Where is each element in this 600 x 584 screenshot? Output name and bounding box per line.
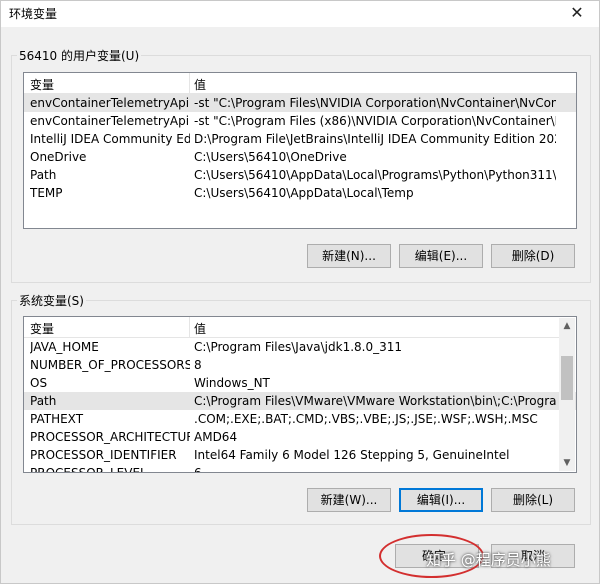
title-bar: 环境变量 ✕	[1, 1, 599, 27]
variable-name: envContainerTelemetryApi...	[30, 96, 190, 110]
table-row[interactable]: PROCESSOR_ARCHITECTURE AMD64	[24, 428, 576, 446]
system-list-header: 变量 值	[24, 317, 560, 338]
variable-value: -st "C:\Program Files\NVIDIA Corporation…	[194, 96, 556, 110]
variable-value: .COM;.EXE;.BAT;.CMD;.VBS;.VBE;.JS;.JSE;.…	[194, 412, 538, 426]
user-edit-button[interactable]: 编辑(E)...	[399, 244, 483, 268]
table-row[interactable]: envContainerTelemetryApi... -st "C:\Progr…	[24, 112, 576, 130]
variable-name: NUMBER_OF_PROCESSORS	[30, 358, 190, 372]
variable-value: -st "C:\Program Files (x86)\NVIDIA Corpo…	[194, 114, 556, 128]
variable-value: C:\Program Files\Java\jdk1.8.0_311	[194, 340, 403, 354]
user-list-header: 变量 值	[24, 73, 576, 94]
table-row[interactable]: PROCESSOR_LEVEL 6	[24, 464, 576, 473]
table-row[interactable]: envContainerTelemetryApi... -st "C:\Progr…	[24, 94, 576, 112]
variable-value: AMD64	[194, 430, 238, 444]
variable-name: PROCESSOR_IDENTIFIER	[30, 448, 177, 462]
table-row[interactable]: OS Windows_NT	[24, 374, 576, 392]
user-variables-label: 56410 的用户变量(U)	[17, 47, 142, 64]
variable-name: OneDrive	[30, 150, 87, 164]
table-row[interactable]: PATHEXT .COM;.EXE;.BAT;.CMD;.VBS;.VBE;.JS…	[24, 410, 576, 428]
table-row[interactable]: OneDrive C:\Users\56410\OneDrive	[24, 148, 576, 166]
table-row[interactable]: Path C:\Users\56410\AppData\Local\Program…	[24, 166, 576, 184]
system-delete-button[interactable]: 删除(L)	[491, 488, 575, 512]
variable-value: C:\Users\56410\OneDrive	[194, 150, 347, 164]
variable-value: C:\Program Files\VMware\VMware Workstati…	[194, 394, 556, 408]
variable-value: D:\Program File\JetBrains\IntelliJ IDEA …	[194, 132, 556, 146]
system-edit-button[interactable]: 编辑(I)...	[399, 488, 483, 512]
variable-value: 6	[194, 466, 202, 473]
variable-name: IntelliJ IDEA Community Ed...	[30, 132, 190, 146]
variable-value: Intel64 Family 6 Model 126 Stepping 5, G…	[194, 448, 510, 462]
system-list-scrollbar[interactable]: ▲ ▼	[559, 318, 575, 471]
variable-name: JAVA_HOME	[30, 340, 99, 354]
watermark: 知乎 @程序员小熊	[426, 551, 551, 569]
variable-value: 8	[194, 358, 202, 372]
close-icon[interactable]: ✕	[555, 1, 599, 27]
column-header-variable[interactable]: 变量	[30, 320, 54, 337]
user-variables-list[interactable]: 变量 值 envContainerTelemetryApi... -st "C:\…	[23, 72, 577, 229]
system-variables-list[interactable]: 变量 值 JAVA_HOME C:\Program Files\Java\jdk1…	[23, 316, 577, 473]
variable-name: Path	[30, 394, 57, 408]
column-header-value[interactable]: 值	[194, 76, 206, 93]
column-header-value[interactable]: 值	[194, 320, 206, 337]
system-variables-label: 系统变量(S)	[17, 292, 86, 309]
variable-name: OS	[30, 376, 48, 390]
table-row[interactable]: IntelliJ IDEA Community Ed... D:\Program …	[24, 130, 576, 148]
variable-value: C:\Users\56410\AppData\Local\Programs\Py…	[194, 168, 556, 182]
variable-value: Windows_NT	[194, 376, 270, 390]
variable-name: PROCESSOR_ARCHITECTURE	[30, 430, 190, 444]
system-new-button[interactable]: 新建(W)...	[307, 488, 391, 512]
table-row[interactable]: NUMBER_OF_PROCESSORS 8	[24, 356, 576, 374]
window-title: 环境变量	[9, 7, 58, 21]
table-row[interactable]: PROCESSOR_IDENTIFIER Intel64 Family 6 Mod…	[24, 446, 576, 464]
scroll-up-icon[interactable]: ▲	[559, 318, 575, 334]
user-delete-button[interactable]: 删除(D)	[491, 244, 575, 268]
table-row[interactable]: Path C:\Program Files\VMware\VMware Works…	[24, 392, 576, 410]
variable-name: Path	[30, 168, 57, 182]
variable-name: TEMP	[30, 186, 63, 200]
environment-variables-dialog: 环境变量 ✕ 56410 的用户变量(U) 变量 值 envContainerT…	[0, 0, 600, 584]
scroll-down-icon[interactable]: ▼	[559, 455, 575, 471]
table-row[interactable]: JAVA_HOME C:\Program Files\Java\jdk1.8.0_…	[24, 338, 576, 356]
variable-name: PATHEXT	[30, 412, 84, 426]
table-row[interactable]: TEMP C:\Users\56410\AppData\Local\Temp	[24, 184, 576, 202]
scrollbar-thumb[interactable]	[561, 356, 573, 400]
variable-name: PROCESSOR_LEVEL	[30, 466, 147, 473]
user-new-button[interactable]: 新建(N)...	[307, 244, 391, 268]
variable-value: C:\Users\56410\AppData\Local\Temp	[194, 186, 414, 200]
variable-name: envContainerTelemetryApi...	[30, 114, 190, 128]
column-header-variable[interactable]: 变量	[30, 76, 54, 93]
